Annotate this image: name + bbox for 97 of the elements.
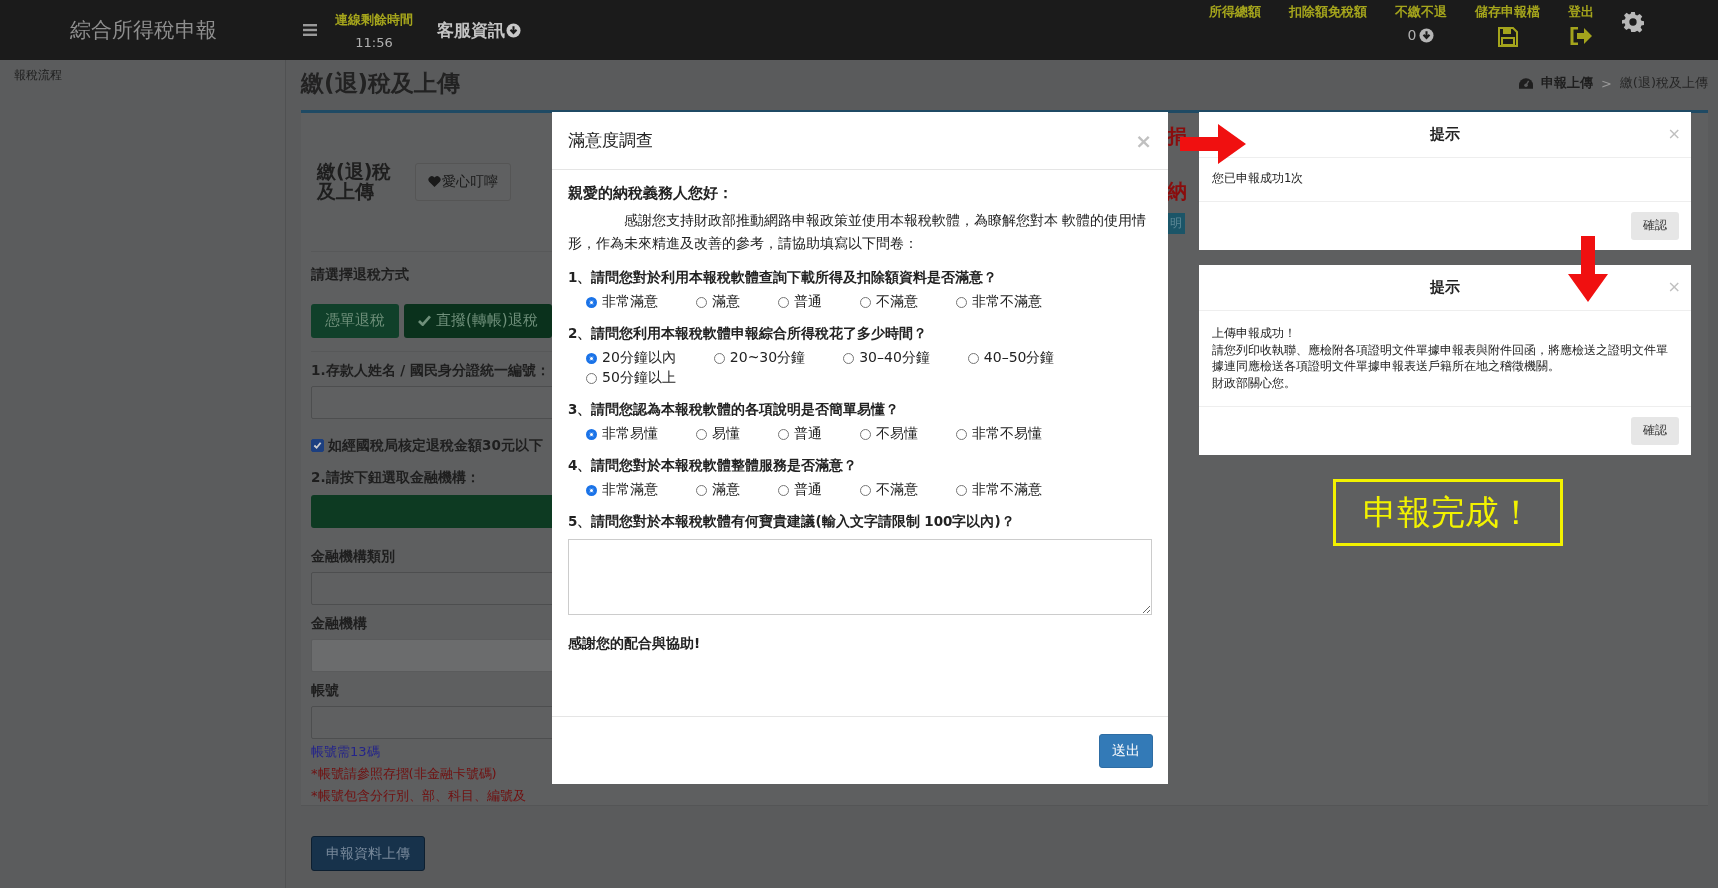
dialog-title: 提示 bbox=[1430, 125, 1460, 144]
field-label: 帳號 bbox=[311, 681, 340, 700]
amount-value: 0 bbox=[1407, 27, 1417, 43]
panel-heading: 繳(退)稅及上傳 bbox=[317, 161, 393, 202]
question-text: 4、請問您對於本報稅軟體整體服務是否滿意？ bbox=[568, 457, 859, 476]
service-link[interactable]: 客服資訊 bbox=[437, 18, 521, 42]
option-label: 滿意 bbox=[712, 293, 740, 312]
thanks-text: 感謝您的配合與協助! bbox=[568, 635, 702, 654]
down-arrow bbox=[1568, 236, 1608, 302]
exit-arrow-icon[interactable] bbox=[1570, 27, 1592, 45]
radio-button[interactable] bbox=[713, 352, 725, 364]
radio-button[interactable] bbox=[586, 352, 597, 364]
menu-label[interactable]: 所得總額 bbox=[1209, 3, 1261, 21]
radio-button[interactable] bbox=[860, 428, 871, 440]
message-text: 您已申報成功1次 bbox=[1199, 158, 1691, 202]
warning-text: *帳號包含分行別、部、科目、編號及 bbox=[311, 787, 527, 805]
confirm-button[interactable]: 確認 bbox=[1631, 211, 1679, 240]
radio-button[interactable] bbox=[956, 484, 967, 496]
radio-button[interactable] bbox=[967, 352, 979, 364]
check-icon bbox=[313, 441, 322, 451]
question-text: 2、請問您利用本報稅軟體申報綜合所得稅花了多少時間？ bbox=[568, 325, 929, 344]
option-label: 滿意 bbox=[712, 481, 740, 500]
intro-paragraph: 感謝您支持財政部推動網路申報政策並使用本報稅軟體，為瞭解您對本 軟體的使用情形，作為未來精進及改善的參考，請協助填寫以下問卷： bbox=[568, 211, 1148, 254]
down-circle-icon bbox=[506, 22, 521, 38]
radio-button[interactable] bbox=[860, 484, 871, 496]
completion-callout: 申報完成！ bbox=[1333, 479, 1563, 546]
page-title: 繳(退)稅及上傳 bbox=[301, 68, 461, 98]
option-label: 非常不易懂 bbox=[972, 425, 1042, 444]
menu-icon[interactable] bbox=[303, 24, 317, 36]
checkbox[interactable] bbox=[311, 439, 324, 453]
menu-label[interactable]: 儲存申報檔 bbox=[1475, 3, 1540, 21]
option-label: 20~30分鐘 bbox=[729, 349, 806, 368]
suggestion-field[interactable] bbox=[568, 539, 1152, 616]
settings-icon[interactable] bbox=[1622, 11, 1644, 33]
upload-button[interactable]: 申報資料上傳 bbox=[311, 836, 425, 871]
radio-button[interactable] bbox=[778, 428, 789, 440]
menu-label[interactable]: 登出 bbox=[1568, 3, 1594, 21]
section-label: 請選擇退稅方式 bbox=[311, 265, 410, 284]
checkbox-label: 如經國稅局核定退稅金額30元以下 bbox=[328, 436, 543, 455]
question-text: 5、請問您對於本報稅軟體有何寶貴建議(輸入文字請限制 100字以內)？ bbox=[568, 513, 1016, 532]
field-label: 金融機構類別 bbox=[311, 547, 396, 566]
submit-button[interactable]: 送出 bbox=[1099, 733, 1153, 768]
option-label: 不滿意 bbox=[876, 293, 918, 312]
option-label: 50分鐘以上 bbox=[602, 369, 676, 388]
dialog-title: 提示 bbox=[1430, 278, 1460, 297]
option-label: 20分鐘以內 bbox=[602, 349, 676, 368]
greeting-text: 親愛的納稅義務人您好： bbox=[568, 184, 734, 203]
option-label: 40–50分鐘 bbox=[983, 349, 1055, 368]
message-text: 上傳申報成功！ 請您列印收執聯、應檢附各項證明文件單據申報表與附件回函，將應檢送之證明文件單據連同應檢送各項證明文件單據申報表送戶籍所在地之稽徵機關。 財政部關心您。 bbox=[1199, 311, 1691, 407]
option-label: 非常不滿意 bbox=[972, 481, 1042, 500]
radio-button[interactable] bbox=[956, 296, 967, 308]
radio-button[interactable] bbox=[586, 484, 597, 496]
warning-text: *帳號請參照存摺(非金融卡號碼) bbox=[311, 765, 498, 783]
radio-button[interactable] bbox=[778, 296, 789, 308]
radio-button[interactable] bbox=[586, 372, 597, 384]
radio-button[interactable] bbox=[778, 484, 789, 496]
refund-method-button[interactable]: 憑單退稅 bbox=[311, 303, 399, 338]
option-label: 不滿意 bbox=[876, 481, 918, 500]
option-label: 非常不滿意 bbox=[972, 293, 1042, 312]
breadcrumb-separator: > bbox=[1600, 75, 1612, 91]
menu-label[interactable]: 扣除額免稅額 bbox=[1289, 3, 1367, 21]
reminder-button[interactable]: 愛心叮嚀 bbox=[415, 162, 511, 201]
option-label: 普通 bbox=[794, 425, 822, 444]
confirm-button[interactable]: 確認 bbox=[1631, 416, 1679, 445]
field-label: 金融機構 bbox=[311, 614, 368, 633]
radio-button[interactable] bbox=[843, 352, 855, 364]
menu-label[interactable]: 不繳不退 bbox=[1395, 3, 1447, 21]
option-label: 非常滿意 bbox=[602, 293, 658, 312]
app-title: 綜合所得稅申報 bbox=[70, 17, 217, 44]
question-text: 1、請問您對於利用本報稅軟體查詢下載所得及扣除額資料是否滿意？ bbox=[568, 269, 999, 288]
dialog-title: 滿意度調查 bbox=[568, 129, 653, 152]
option-label: 非常易懂 bbox=[602, 425, 658, 444]
option-label: 普通 bbox=[794, 293, 822, 312]
option-label: 普通 bbox=[794, 481, 822, 500]
field-label: 2.請按下鈕選取金融機構： bbox=[311, 468, 481, 487]
radio-button[interactable] bbox=[860, 296, 871, 308]
check-icon bbox=[418, 315, 431, 327]
option-label: 易懂 bbox=[712, 425, 740, 444]
down-circle-icon bbox=[1419, 27, 1435, 43]
radio-button[interactable] bbox=[586, 428, 597, 440]
breadcrumb-link[interactable]: 申報上傳 bbox=[1540, 74, 1593, 92]
option-label: 30–40分鐘 bbox=[859, 349, 930, 368]
heart-icon bbox=[428, 176, 441, 188]
radio-button[interactable] bbox=[696, 484, 707, 496]
session-timer: 11:56 bbox=[355, 34, 393, 50]
radio-button[interactable] bbox=[696, 296, 707, 308]
radio-button[interactable] bbox=[956, 428, 967, 440]
option-label: 不易懂 bbox=[876, 425, 918, 444]
option-label: 非常滿意 bbox=[602, 481, 658, 500]
question-text: 3、請問您認為本報稅軟體的各項說明是否簡單易懂？ bbox=[568, 401, 901, 420]
alert-text: 納 bbox=[1167, 178, 1187, 205]
refund-method-button[interactable]: 直撥(轉帳)退稅 bbox=[404, 303, 552, 338]
field-label: 1.存款人姓名 / 國民身分證統一編號： bbox=[311, 361, 551, 380]
radio-button[interactable] bbox=[696, 428, 707, 440]
gauge-icon bbox=[1518, 77, 1533, 89]
session-label: 連線剩餘時間 bbox=[335, 10, 413, 29]
radio-button[interactable] bbox=[586, 296, 597, 308]
